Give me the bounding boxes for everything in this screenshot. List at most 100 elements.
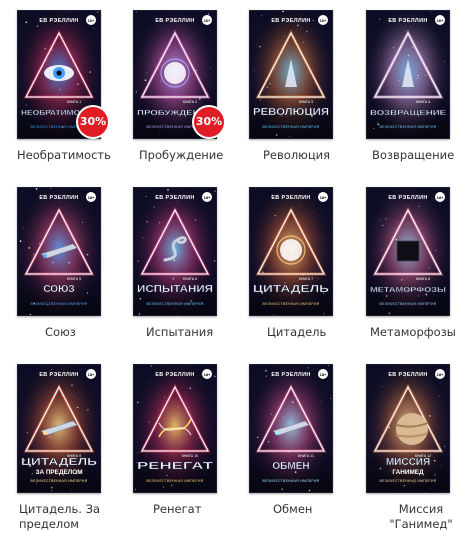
book-title-link[interactable]: Пробуждение <box>139 148 244 163</box>
book-title-link[interactable]: Революция <box>263 148 368 163</box>
star <box>444 445 446 447</box>
book-cover[interactable]: ЕВ РЭЕЛЛИН 18+ КНИГА 7 ЦИТАДЕЛЬ ВЕЛИЧЕСТВЕНН… <box>249 187 333 316</box>
cover-author: ЕВ РЭЕЛЛИН <box>155 18 194 24</box>
book-title-link[interactable]: Цитадель. За пределом <box>19 502 109 532</box>
cover-series: ВЕЛИЧЕСТВЕННАЯ ИМПЕРИЯ <box>380 479 437 483</box>
star <box>170 484 173 487</box>
star <box>184 422 186 424</box>
cover-title: СОЮЗ <box>43 284 74 295</box>
star <box>23 228 24 229</box>
star <box>25 104 27 106</box>
cover-author: ЕВ РЭЕЛЛИН <box>155 195 194 201</box>
cover-title: ВОЗВРАЩЕНИЕ <box>370 108 446 117</box>
book-title-link[interactable]: Испытания <box>146 325 251 340</box>
book-cover[interactable]: ЕВ РЭЕЛЛИН 18+ КНИГА 11 ОБМЕН ВЕЛИЧЕСТВЕННАЯ… <box>249 364 333 493</box>
cover-book-number: КНИГА 10 <box>182 454 198 458</box>
star <box>48 436 51 438</box>
star <box>438 395 440 397</box>
age-rating: 16+ <box>204 18 211 23</box>
cover-art: ЕВ РЭЕЛЛИН 18+ КНИГА 11 ОБМЕН ВЕЛИЧЕСТВЕННАЯ… <box>250 365 332 492</box>
star <box>288 136 290 137</box>
star <box>269 82 271 85</box>
star <box>405 48 407 50</box>
book-title-link[interactable]: Миссия "Ганимед" <box>386 502 456 532</box>
star <box>78 92 79 93</box>
star <box>418 205 420 207</box>
book-cover[interactable]: ЕВ РЭЕЛЛИН 18+ КНИГА 6 ИСПЫТАНИЯ ВЕЛИЧЕСТВЕН… <box>133 187 217 316</box>
star <box>270 413 273 415</box>
star <box>137 452 139 454</box>
star <box>177 405 179 407</box>
star <box>287 104 289 106</box>
star <box>135 91 137 93</box>
cover-series: ВЕЛИЧЕСТВЕННАЯ ИМПЕРИЯ <box>380 125 437 129</box>
star <box>385 295 388 297</box>
star <box>35 188 38 190</box>
star <box>212 37 214 39</box>
star <box>390 469 392 471</box>
star <box>265 369 267 372</box>
book-cover[interactable]: ЕВ РЭЕЛЛИН 18+ КНИГА 5 СОЮЗ ВЕЛИЧЕСТВЕННАЯ И… <box>17 187 101 316</box>
star <box>407 54 410 57</box>
cover-author: ЕВ РЭЕЛЛИН <box>271 18 310 24</box>
cover-book-number: КНИГА 3 <box>299 100 313 104</box>
star <box>86 292 89 294</box>
book-title-link[interactable]: Ренегат <box>153 502 258 517</box>
star <box>138 313 141 315</box>
star <box>289 475 291 477</box>
book-cover[interactable]: ЕВ РЭЕЛЛИН 16+ КНИГА 3 РЕВОЛЮЦИЯ ВЕЛИЧЕСТВЕН… <box>249 10 333 139</box>
star <box>25 21 28 24</box>
book-cover[interactable]: ЕВ РЭЕЛЛИН 18+ КНИГА 9 ЦИТАДЕЛЬ ЗА ПРЕДЕЛОМ В… <box>17 364 101 493</box>
book-grid: ЕВ РЭЕЛЛИН 16+ КНИГА 1 НЕОБРАТИМОСТЬ ВЕЛИЧЕС… <box>0 0 461 547</box>
book-cover[interactable]: ЕВ РЭЕЛЛИН 18+ КНИГА 10 РЕНЕГАТ ВЕЛИЧЕСТВЕНН… <box>133 364 217 493</box>
cover-series: ВЕЛИЧЕСТВЕННАЯ ИМПЕРИЯ <box>263 302 320 306</box>
book-cover[interactable]: ЕВ РЭЕЛЛИН 18+ КНИГА 8 МЕТАМОРФОЗЫ ВЕЛИЧЕСТВ… <box>366 187 450 316</box>
orb-icon <box>280 239 302 261</box>
book-cover[interactable]: ЕВ РЭЕЛЛИН 18+ КНИГА 12 МИССИЯ ГАНИМЕД ВЕЛИЧЕ… <box>366 364 450 493</box>
cover-series: ВЕЛИЧЕСТВЕННАЯ ИМПЕРИЯ <box>263 479 320 483</box>
star <box>440 464 441 465</box>
cover-series: ВЕЛИЧЕСТВЕННАЯ ИМПЕРИЯ <box>263 125 320 129</box>
star <box>429 488 431 490</box>
planet-icon <box>396 413 428 445</box>
star <box>76 406 79 409</box>
cover-title: ЦИТАДЕЛЬ <box>21 457 97 468</box>
star <box>135 11 138 13</box>
star <box>52 261 54 264</box>
book-title-link[interactable]: Союз <box>45 325 150 340</box>
star <box>210 67 212 68</box>
star <box>144 79 147 82</box>
star <box>431 198 433 200</box>
star <box>296 24 299 27</box>
star <box>214 375 216 378</box>
star <box>392 46 395 49</box>
star <box>378 54 379 56</box>
cover-book-number: КНИГА 8 <box>416 277 430 281</box>
star <box>68 261 70 264</box>
cover-art: ЕВ РЭЕЛЛИН 18+КНИГА 9ЦИТАДЕЛЬЗА ПРЕДЕЛОМВ… <box>18 365 100 492</box>
book-cover[interactable]: ЕВ РЭЕЛЛИН 16+ КНИГА 4 ВОЗВРАЩЕНИЕ ВЕЛИЧЕСТВ… <box>366 10 450 139</box>
star <box>212 278 214 280</box>
cover-author: ЕВ РЭЕЛЛИН <box>39 372 78 378</box>
star <box>163 396 166 398</box>
book-title-link[interactable]: Необратимость <box>17 148 122 163</box>
star <box>284 35 286 37</box>
star <box>207 13 209 15</box>
star <box>321 238 323 240</box>
star <box>273 313 275 315</box>
age-rating: 18+ <box>204 372 211 377</box>
star <box>93 27 95 30</box>
star <box>323 313 325 315</box>
star <box>28 247 31 249</box>
book-title-link[interactable]: Метаморфозы <box>370 325 461 340</box>
cover-art: ЕВ РЭЕЛЛИН 16+ КНИГА 4 ВОЗВРАЩЕНИЕ ВЕЛИЧЕСТВ… <box>367 11 449 138</box>
star <box>265 375 267 377</box>
cover-subtitle: ГАНИМЕД <box>392 469 424 476</box>
star <box>428 267 430 269</box>
star <box>310 440 312 442</box>
book-title-link[interactable]: Цитадель <box>267 325 372 340</box>
age-rating: 18+ <box>320 372 327 377</box>
star <box>305 30 308 33</box>
book-title-link[interactable]: Возвращение <box>372 148 461 163</box>
book-title-link[interactable]: Обмен <box>273 502 378 517</box>
